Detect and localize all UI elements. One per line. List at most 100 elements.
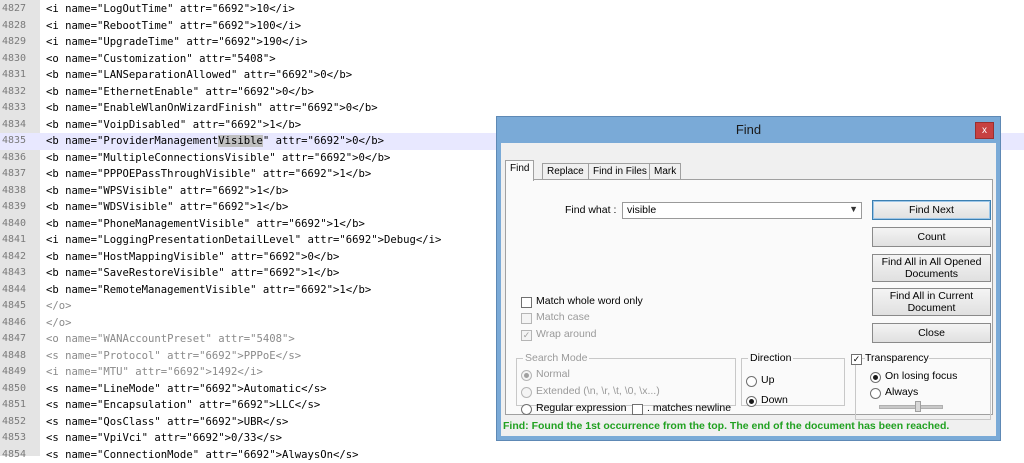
transparency-checkbox[interactable]: ✓ xyxy=(851,354,862,365)
code-text: <i name="LoggingPresentationDetailLevel"… xyxy=(46,232,441,249)
close-icon[interactable]: x xyxy=(975,122,994,139)
normal-radio[interactable] xyxy=(521,370,532,381)
code-line[interactable]: 4831<b name="LANSeparationAllowed" attr=… xyxy=(0,67,1024,84)
selected-dot-icon xyxy=(873,375,878,380)
code-text: <i name="LogOutTime" attr="6692">10</i> xyxy=(46,1,295,18)
find-all-current-button[interactable]: Find All in Current Document xyxy=(872,288,991,316)
selected-dot-icon xyxy=(524,373,529,378)
code-text: <s name="VpiVci" attr="6692">0/33</s> xyxy=(46,430,282,447)
dialog-title: Find xyxy=(497,117,1000,143)
down-radio[interactable] xyxy=(746,396,757,407)
line-number: 4853 xyxy=(2,430,36,447)
line-number: 4848 xyxy=(2,348,36,365)
line-number: 4832 xyxy=(2,84,36,101)
line-number: 4833 xyxy=(2,100,36,117)
tab-find[interactable]: Find xyxy=(505,160,534,181)
code-text: <b name="WDSVisible" attr="6692">1</b> xyxy=(46,199,288,216)
find-panel: Find what : visible ▼ Find Next Count Fi… xyxy=(505,179,993,415)
dialog-titlebar[interactable]: Find x xyxy=(497,117,1000,143)
line-number: 4837 xyxy=(2,166,36,183)
tab-find-in-files[interactable]: Find in Files xyxy=(588,163,652,180)
line-number: 4829 xyxy=(2,34,36,51)
status-message: Find: Found the 1st occurrence from the … xyxy=(503,420,949,432)
transparency-slider-track[interactable] xyxy=(879,405,943,409)
match-case-checkbox[interactable] xyxy=(521,313,532,324)
code-text: <b name="SaveRestoreVisible" attr="6692"… xyxy=(46,265,339,282)
find-dialog: Find x Find Replace Find in Files Mark F… xyxy=(496,116,1001,441)
code-text: <s name="ConnectionMode" attr="6692">Alw… xyxy=(46,447,359,463)
code-line[interactable]: 4828 <i name="RebootTime" attr="6692">100… xyxy=(0,18,1024,35)
code-text: <b name="MultipleConnectionsVisible" att… xyxy=(46,150,390,167)
line-number: 4849 xyxy=(2,364,36,381)
code-text: <b name="HostMappingVisible" attr="6692"… xyxy=(46,249,339,266)
line-number: 4840 xyxy=(2,216,36,233)
code-text: <b name="WPSVisible" attr="6692">1</b> xyxy=(46,183,288,200)
code-text: <i name="MTU" attr="6692">1492</i> xyxy=(46,364,263,381)
line-number: 4831 xyxy=(2,67,36,84)
line-number: 4830 xyxy=(2,51,36,68)
normal-label: Normal xyxy=(536,368,570,380)
code-line[interactable]: 4854<s name="ConnectionMode" attr="6692"… xyxy=(0,447,1024,463)
match-whole-word-checkbox[interactable] xyxy=(521,297,532,308)
line-number: 4828 xyxy=(2,18,36,35)
transparency-label: Transparency xyxy=(865,352,929,364)
line-number: 4851 xyxy=(2,397,36,414)
code-text: <i name="RebootTime" attr="6692">100</i> xyxy=(46,18,301,35)
line-number: 4847 xyxy=(2,331,36,348)
wrap-around-checkbox[interactable]: ✓ xyxy=(521,330,532,341)
line-number: 4852 xyxy=(2,414,36,431)
line-number: 4839 xyxy=(2,199,36,216)
search-mode-title: Search Mode xyxy=(523,352,589,364)
code-text: <s name="Protocol" attr="6692">PPPoE</s> xyxy=(46,348,301,365)
direction-title: Direction xyxy=(748,352,793,364)
on-losing-focus-label: On losing focus xyxy=(885,370,957,382)
code-text: </o> xyxy=(46,315,72,332)
chevron-down-icon[interactable]: ▼ xyxy=(849,204,858,214)
tab-mark[interactable]: Mark xyxy=(649,163,681,180)
code-line[interactable]: 4830<o name="Customization" attr="5408"> xyxy=(0,51,1024,68)
down-label: Down xyxy=(761,394,788,406)
line-number: 4842 xyxy=(2,249,36,266)
line-number: 4836 xyxy=(2,150,36,167)
wrap-around-label: Wrap around xyxy=(536,328,597,340)
up-radio[interactable] xyxy=(746,376,757,387)
line-number: 4844 xyxy=(2,282,36,299)
code-text: <b name="EthernetEnable" attr="6692">0</… xyxy=(46,84,314,101)
code-text: <s name="Encapsulation" attr="6692">LLC<… xyxy=(46,397,320,414)
code-text: <b name="RemoteManagementVisible" attr="… xyxy=(46,282,371,299)
extended-radio[interactable] xyxy=(521,387,532,398)
code-line[interactable]: 4833<b name="EnableWlanOnWizardFinish" a… xyxy=(0,100,1024,117)
line-number: 4838 xyxy=(2,183,36,200)
always-radio[interactable] xyxy=(870,388,881,399)
code-text: <b name="PhoneManagementVisible" attr="6… xyxy=(46,216,365,233)
count-button[interactable]: Count xyxy=(872,227,991,247)
code-text: <b name="VoipDisabled" attr="6692">1</b> xyxy=(46,117,301,134)
matches-newline-checkbox[interactable] xyxy=(632,404,643,415)
code-text: </o> xyxy=(46,298,72,315)
code-text: <i name="UpgradeTime" attr="6692">190</i… xyxy=(46,34,308,51)
code-line[interactable]: 4827 <i name="LogOutTime" attr="6692">10<… xyxy=(0,1,1024,18)
regex-radio[interactable] xyxy=(521,404,532,415)
code-line[interactable]: 4829 <i name="UpgradeTime" attr="6692">19… xyxy=(0,34,1024,51)
on-losing-focus-radio[interactable] xyxy=(870,372,881,383)
selected-dot-icon xyxy=(749,399,754,404)
find-what-label: Find what : xyxy=(565,204,616,216)
line-number: 4843 xyxy=(2,265,36,282)
line-number: 4827 xyxy=(2,1,36,18)
find-next-button[interactable]: Find Next xyxy=(872,200,991,220)
line-number: 4834 xyxy=(2,117,36,134)
code-text: <b name="ProviderManagementVisible" attr… xyxy=(46,133,384,150)
tab-replace[interactable]: Replace xyxy=(542,163,589,180)
code-line[interactable]: 4832 <b name="EthernetEnable" attr="6692"… xyxy=(0,84,1024,101)
find-all-opened-button[interactable]: Find All in All Opened Documents xyxy=(872,254,991,282)
code-text: <b name="PPPOEPassThroughVisible" attr="… xyxy=(46,166,371,183)
line-number: 4841 xyxy=(2,232,36,249)
transparency-slider-thumb[interactable] xyxy=(915,401,921,412)
find-what-input[interactable]: visible ▼ xyxy=(622,202,862,219)
matches-newline-label: . matches newline xyxy=(647,402,731,414)
code-text: <s name="LineMode" attr="6692">Automatic… xyxy=(46,381,327,398)
code-text: <s name="QosClass" attr="6692">UBR</s> xyxy=(46,414,288,431)
line-number: 4850 xyxy=(2,381,36,398)
dialog-client: Find Replace Find in Files Mark Find wha… xyxy=(501,143,996,436)
close-button[interactable]: Close xyxy=(872,323,991,343)
